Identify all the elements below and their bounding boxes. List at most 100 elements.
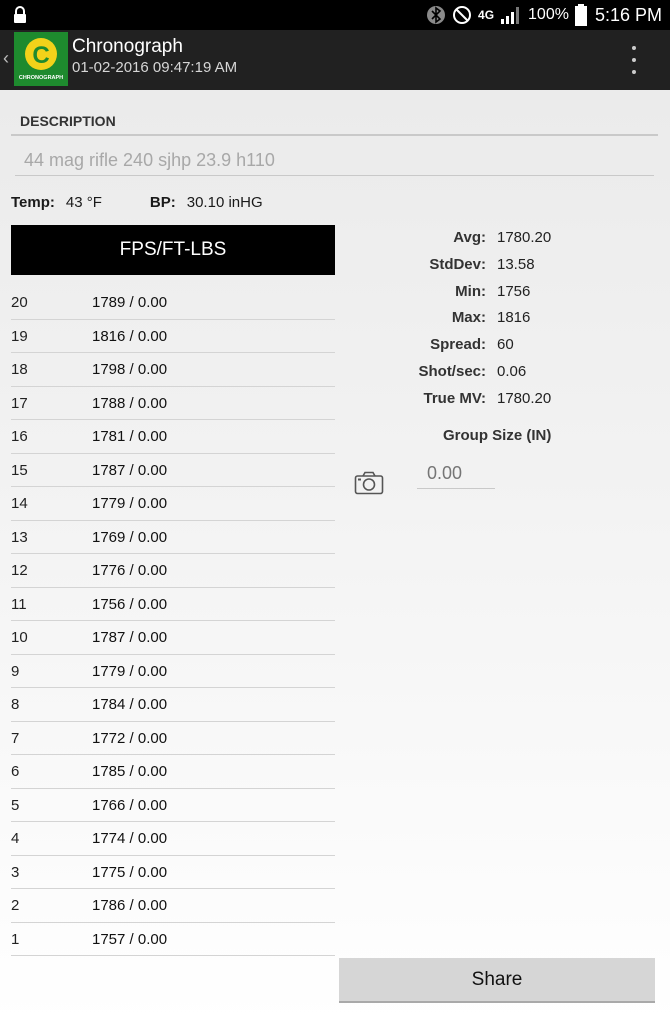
lock-icon xyxy=(14,6,26,23)
shot-row[interactable]: 10 1787 / 0.00 xyxy=(11,621,335,655)
battery-percent: 100% xyxy=(528,6,569,23)
shot-number: 16 xyxy=(11,428,28,445)
stat-label: StdDev: xyxy=(429,255,486,273)
shot-number: 2 xyxy=(11,897,20,914)
share-button[interactable]: Share xyxy=(339,958,655,1003)
session-timestamp: 01-02-2016 09:47:19 AM xyxy=(72,59,238,76)
shot-number: 18 xyxy=(11,361,28,378)
stat-value: 13.58 xyxy=(497,255,535,273)
stat-row: True MV: 1780.20 xyxy=(340,387,660,414)
battery-icon xyxy=(574,4,587,26)
clock: 5:16 PM xyxy=(594,4,662,25)
shot-row[interactable]: 19 1816 / 0.00 xyxy=(11,320,335,353)
shot-velocity-energy: 1784 / 0.00 xyxy=(92,696,168,713)
stat-row: Spread: 60 xyxy=(340,333,660,360)
shot-row[interactable]: 3 1775 / 0.00 xyxy=(11,856,335,889)
shot-velocity-energy: 1781 / 0.00 xyxy=(92,428,168,445)
shot-row[interactable]: 5 1766 / 0.00 xyxy=(11,789,335,822)
shot-number: 20 xyxy=(11,294,28,311)
shot-row[interactable]: 8 1784 / 0.00 xyxy=(11,688,335,722)
shot-velocity-energy: 1756 / 0.00 xyxy=(92,595,168,613)
status-bar: 4G 100% 5:16 PM xyxy=(0,0,670,30)
shot-velocity-energy: 1786 / 0.00 xyxy=(92,897,168,914)
shot-velocity-energy: 1798 / 0.00 xyxy=(92,361,168,378)
shot-row[interactable]: 9 1779 / 0.00 xyxy=(11,655,335,688)
shot-row[interactable]: 16 1781 / 0.00 xyxy=(11,420,335,454)
shot-number: 10 xyxy=(11,629,28,646)
shot-velocity-energy: 1816 / 0.00 xyxy=(92,327,168,345)
shot-velocity-energy: 1789 / 0.00 xyxy=(92,294,168,311)
shot-velocity-energy: 1766 / 0.00 xyxy=(92,796,168,814)
shot-number: 6 xyxy=(11,763,20,780)
shot-velocity-energy: 1776 / 0.00 xyxy=(92,562,168,579)
shot-number: 12 xyxy=(11,562,28,579)
shot-velocity-energy: 1772 / 0.00 xyxy=(92,729,168,747)
shot-number: 11 xyxy=(11,595,27,613)
shot-velocity-energy: 1775 / 0.00 xyxy=(92,863,168,881)
bp-label: BP: xyxy=(149,194,176,211)
stat-value: 60 xyxy=(497,336,514,354)
shot-row[interactable]: 4 1774 / 0.00 xyxy=(11,822,335,856)
stat-label: Spread: xyxy=(430,336,486,354)
shot-row[interactable]: 1 1757 / 0.00 xyxy=(11,923,335,956)
stat-label: Avg: xyxy=(453,229,486,246)
shot-velocity-energy: 1757 / 0.00 xyxy=(92,930,168,948)
stats-panel: Avg: 1780.20 StdDev: 13.58 Min: 1756 Max: 1816 S… xyxy=(340,226,660,414)
network-type: 4G xyxy=(478,8,495,22)
shot-velocity-energy: 1774 / 0.00 xyxy=(92,830,168,847)
app-title: Chronograph xyxy=(72,36,183,57)
stat-value: 1780.20 xyxy=(497,229,552,246)
overflow-menu-icon[interactable] xyxy=(628,46,640,74)
fps-ftlbs-header[interactable]: FPS/FT-LBS xyxy=(11,225,335,275)
shot-row[interactable]: 11 1756 / 0.00 xyxy=(11,588,335,621)
description-input[interactable] xyxy=(15,146,654,176)
stat-value: 1816 xyxy=(497,309,531,327)
shot-row[interactable]: 18 1798 / 0.00 xyxy=(11,353,335,387)
shot-number: 15 xyxy=(11,461,28,479)
shot-velocity-energy: 1787 / 0.00 xyxy=(92,461,168,479)
shot-number: 7 xyxy=(11,729,20,747)
shot-velocity-energy: 1785 / 0.00 xyxy=(92,763,168,780)
shot-number: 13 xyxy=(11,528,28,546)
shot-number: 17 xyxy=(11,394,28,412)
shot-number: 1 xyxy=(11,930,20,948)
shot-row[interactable]: 15 1787 / 0.00 xyxy=(11,454,335,487)
back-chevron-icon[interactable]: ‹ xyxy=(3,48,9,69)
do-not-disturb-icon xyxy=(453,6,472,24)
shot-row[interactable]: 12 1776 / 0.00 xyxy=(11,554,335,588)
shot-velocity-energy: 1769 / 0.00 xyxy=(92,528,168,546)
shot-row[interactable]: 13 1769 / 0.00 xyxy=(11,521,335,554)
group-size-title: Group Size (IN) xyxy=(443,427,552,444)
bp-value: 30.10 inHG xyxy=(186,194,263,211)
group-size-input[interactable] xyxy=(417,459,495,489)
conditions-row: Temp: 43 °F BP: 30.10 inHG xyxy=(11,194,263,211)
bluetooth-icon xyxy=(427,6,446,24)
stat-label: Max: xyxy=(451,309,486,327)
shot-number: 4 xyxy=(11,830,20,847)
shot-number: 5 xyxy=(11,796,20,814)
stat-row: StdDev: 13.58 xyxy=(340,253,660,280)
shot-velocity-energy: 1779 / 0.00 xyxy=(92,495,168,512)
shot-row[interactable]: 7 1772 / 0.00 xyxy=(11,722,335,755)
shot-row[interactable]: 20 1789 / 0.00 xyxy=(11,286,335,320)
signal-icon xyxy=(501,7,520,24)
stat-value: 0.06 xyxy=(497,362,527,380)
stat-value: 1756 xyxy=(497,282,531,300)
shot-list: 20 1789 / 0.00 19 1816 / 0.00 18 1798 / 0.00 1… xyxy=(11,286,335,956)
shot-number: 3 xyxy=(11,863,20,881)
stat-row: Avg: 1780.20 xyxy=(340,226,660,253)
shot-row[interactable]: 2 1786 / 0.00 xyxy=(11,889,335,923)
temp-value: 43 °F xyxy=(65,194,102,211)
app-logo[interactable]: C CHRONOGRAPH xyxy=(14,32,68,86)
logo-text: CHRONOGRAPH xyxy=(19,75,63,81)
camera-icon[interactable] xyxy=(354,471,384,495)
temp-label: Temp: xyxy=(11,194,55,211)
svg-text:C: C xyxy=(32,42,49,69)
shot-number: 9 xyxy=(11,662,20,680)
shot-row[interactable]: 6 1785 / 0.00 xyxy=(11,755,335,789)
app-bar: ‹ C CHRONOGRAPH Chronograph 01-02-2016 0… xyxy=(0,30,670,90)
stat-row: Max: 1816 xyxy=(340,306,660,333)
shot-row[interactable]: 17 1788 / 0.00 xyxy=(11,387,335,420)
shot-row[interactable]: 14 1779 / 0.00 xyxy=(11,487,335,521)
shot-velocity-energy: 1779 / 0.00 xyxy=(92,662,168,680)
